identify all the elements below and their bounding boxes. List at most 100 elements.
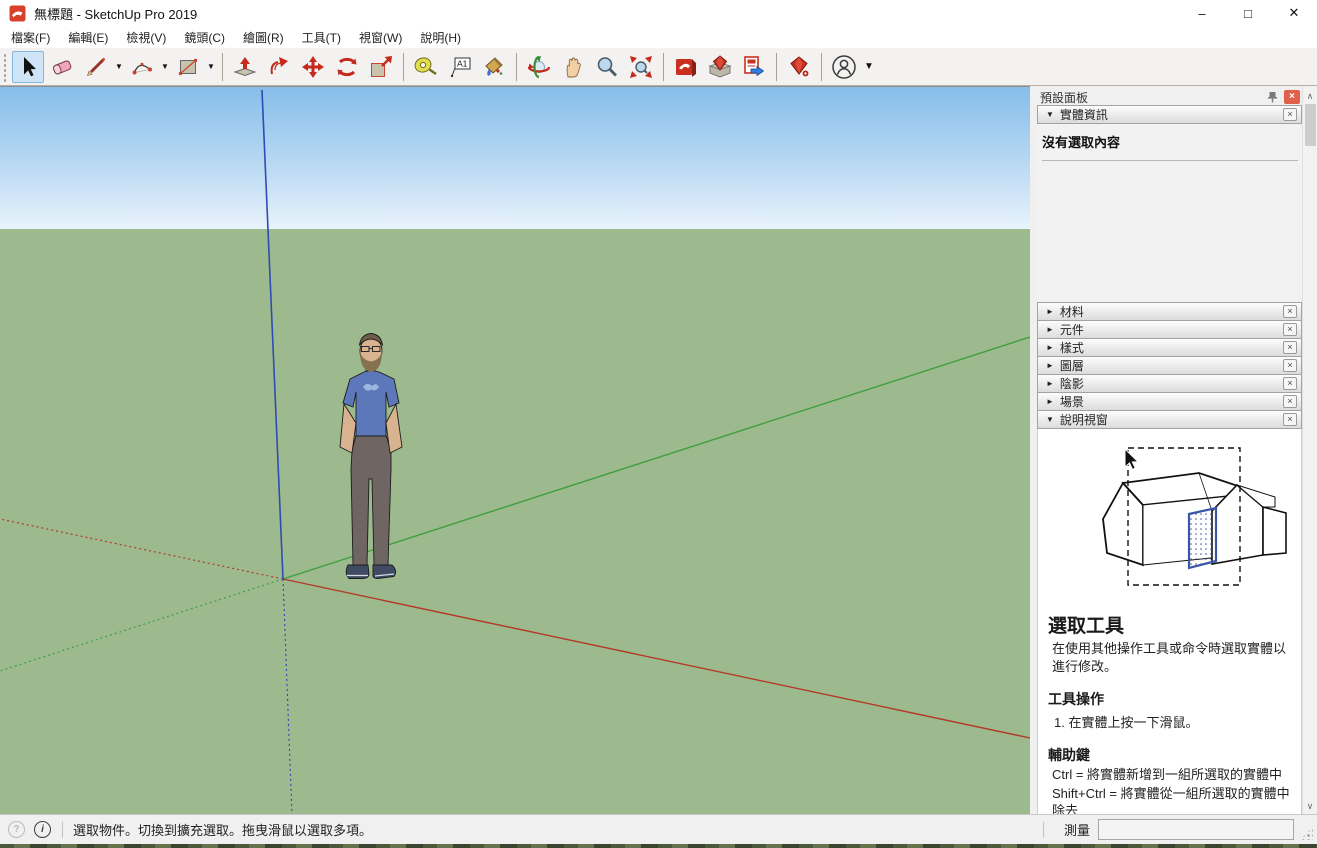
status-message: 選取物件。切換到擴充選取。拖曳滑鼠以選取多項。	[73, 820, 372, 839]
section-materials[interactable]: ► 材料 ×	[1037, 302, 1302, 321]
follow-me-tool-button[interactable]	[263, 51, 295, 83]
resize-grip[interactable]	[1300, 827, 1313, 840]
scale-icon	[368, 54, 394, 80]
menu-file[interactable]: 檔案(F)	[2, 26, 59, 49]
line-tool-button[interactable]	[80, 51, 112, 83]
measurements-input[interactable]	[1098, 819, 1294, 840]
instructor-label: 說明視窗	[1060, 411, 1108, 428]
info-icon[interactable]: i	[34, 821, 51, 838]
close-button[interactable]: ✕	[1271, 0, 1317, 26]
menu-camera[interactable]: 鏡頭(C)	[175, 26, 234, 49]
help-icon[interactable]: ?	[8, 821, 25, 838]
paint-bucket-tool-button[interactable]	[478, 51, 510, 83]
eraser-tool-button[interactable]	[46, 51, 78, 83]
pan-tool-button[interactable]	[557, 51, 589, 83]
text-tool-button[interactable]: A1	[444, 51, 476, 83]
instructor-close-button[interactable]: ×	[1283, 413, 1297, 426]
rectangle-icon	[176, 55, 200, 79]
section-components[interactable]: ► 元件 ×	[1037, 320, 1302, 339]
menu-window[interactable]: 視窗(W)	[350, 26, 411, 49]
no-selection-text: 沒有選取內容	[1042, 132, 1298, 151]
toolbar-separator	[403, 53, 404, 81]
rotate-tool-button[interactable]	[331, 51, 363, 83]
section-entity-info[interactable]: ▼ 實體資訊 ×	[1037, 105, 1302, 124]
collapsed-triangle-icon: ►	[1046, 325, 1054, 334]
arc-tool-button[interactable]	[126, 51, 158, 83]
extension-warehouse-button[interactable]	[704, 51, 736, 83]
scenes-close-button[interactable]: ×	[1283, 395, 1297, 408]
3d-warehouse-button[interactable]	[670, 51, 702, 83]
menu-draw[interactable]: 繪圖(R)	[234, 26, 293, 49]
scroll-up-icon[interactable]: ∧	[1303, 89, 1317, 104]
styles-close-button[interactable]: ×	[1283, 341, 1297, 354]
window-title: 無標題 - SketchUp Pro 2019	[34, 4, 197, 23]
arc-tool-dropdown[interactable]: ▼	[159, 51, 171, 83]
extension-manager-button[interactable]	[783, 51, 815, 83]
components-close-button[interactable]: ×	[1283, 323, 1297, 336]
shadows-label: 陰影	[1060, 375, 1084, 392]
menu-help[interactable]: 說明(H)	[411, 26, 470, 49]
tape-measure-icon	[413, 54, 439, 80]
section-layers[interactable]: ► 圖層 ×	[1037, 356, 1302, 375]
account-button[interactable]	[828, 51, 860, 83]
rectangle-tool-button[interactable]	[172, 51, 204, 83]
sky	[0, 87, 1030, 229]
sketchup-window: 無標題 - SketchUp Pro 2019 – □ ✕ 檔案(F) 編輯(E…	[0, 0, 1317, 848]
sketchup-logo-icon	[9, 5, 26, 22]
paint-bucket-icon	[481, 54, 507, 80]
layers-close-button[interactable]: ×	[1283, 359, 1297, 372]
rotate-icon	[334, 54, 360, 80]
menu-view[interactable]: 檢視(V)	[117, 26, 175, 49]
section-shadows[interactable]: ► 陰影 ×	[1037, 374, 1302, 393]
text-tool-sample: A1	[457, 58, 468, 68]
panel-scrollbar[interactable]: ∧ ∨	[1302, 86, 1317, 814]
maximize-button[interactable]: □	[1225, 0, 1271, 26]
tape-measure-tool-button[interactable]	[410, 51, 442, 83]
move-tool-button[interactable]	[297, 51, 329, 83]
orbit-tool-button[interactable]	[523, 51, 555, 83]
menu-tools[interactable]: 工具(T)	[293, 26, 350, 49]
pencil-icon	[84, 55, 108, 79]
account-dropdown[interactable]: ▼	[861, 51, 877, 83]
entity-info-label: 實體資訊	[1060, 106, 1108, 123]
send-to-layout-button[interactable]	[738, 51, 770, 83]
styles-label: 樣式	[1060, 339, 1084, 356]
toolbar-separator	[776, 53, 777, 81]
measurements-label: 測量	[1064, 820, 1090, 839]
model-viewport[interactable]	[0, 86, 1030, 814]
ground	[0, 229, 1030, 814]
scale-tool-button[interactable]	[365, 51, 397, 83]
menu-bar: 檔案(F) 編輯(E) 檢視(V) 鏡頭(C) 繪圖(R) 工具(T) 視窗(W…	[0, 26, 1317, 48]
line-tool-dropdown[interactable]: ▼	[113, 51, 125, 83]
tray-close-button[interactable]: ×	[1284, 90, 1300, 104]
scrollbar-thumb[interactable]	[1305, 104, 1316, 146]
rectangle-tool-dropdown[interactable]: ▼	[205, 51, 217, 83]
push-pull-tool-button[interactable]	[229, 51, 261, 83]
select-tool-button[interactable]	[12, 51, 44, 83]
title-bar: 無標題 - SketchUp Pro 2019 – □ ✕	[0, 0, 1317, 26]
scenes-label: 場景	[1060, 393, 1084, 410]
shadows-close-button[interactable]: ×	[1283, 377, 1297, 390]
minimize-button[interactable]: –	[1179, 0, 1225, 26]
collapsed-triangle-icon: ►	[1046, 343, 1054, 352]
send-to-layout-icon	[741, 54, 767, 80]
menu-edit[interactable]: 編輯(E)	[59, 26, 117, 49]
layers-label: 圖層	[1060, 357, 1084, 374]
instructor-content: 選取工具 在使用其他操作工具或命令時選取實體以進行修改。 工具操作 1. 在實體…	[1037, 429, 1302, 814]
zoom-tool-button[interactable]	[591, 51, 623, 83]
components-label: 元件	[1060, 321, 1084, 338]
collapsed-triangle-icon: ►	[1046, 379, 1054, 388]
toolbar-drag-handle[interactable]	[2, 52, 8, 82]
materials-close-button[interactable]: ×	[1283, 305, 1297, 318]
section-styles[interactable]: ► 樣式 ×	[1037, 338, 1302, 357]
zoom-extents-tool-button[interactable]	[625, 51, 657, 83]
scroll-down-icon[interactable]: ∨	[1303, 799, 1317, 814]
entity-info-close-button[interactable]: ×	[1283, 108, 1297, 121]
section-scenes[interactable]: ► 場景 ×	[1037, 392, 1302, 411]
extension-warehouse-icon	[707, 54, 733, 80]
desktop-wallpaper-sliver	[0, 844, 1317, 848]
pin-icon[interactable]	[1264, 90, 1280, 105]
text-label-icon: A1	[447, 54, 473, 80]
viewport-canvas	[0, 87, 1030, 814]
section-instructor[interactable]: ▼ 說明視窗 ×	[1037, 410, 1302, 429]
